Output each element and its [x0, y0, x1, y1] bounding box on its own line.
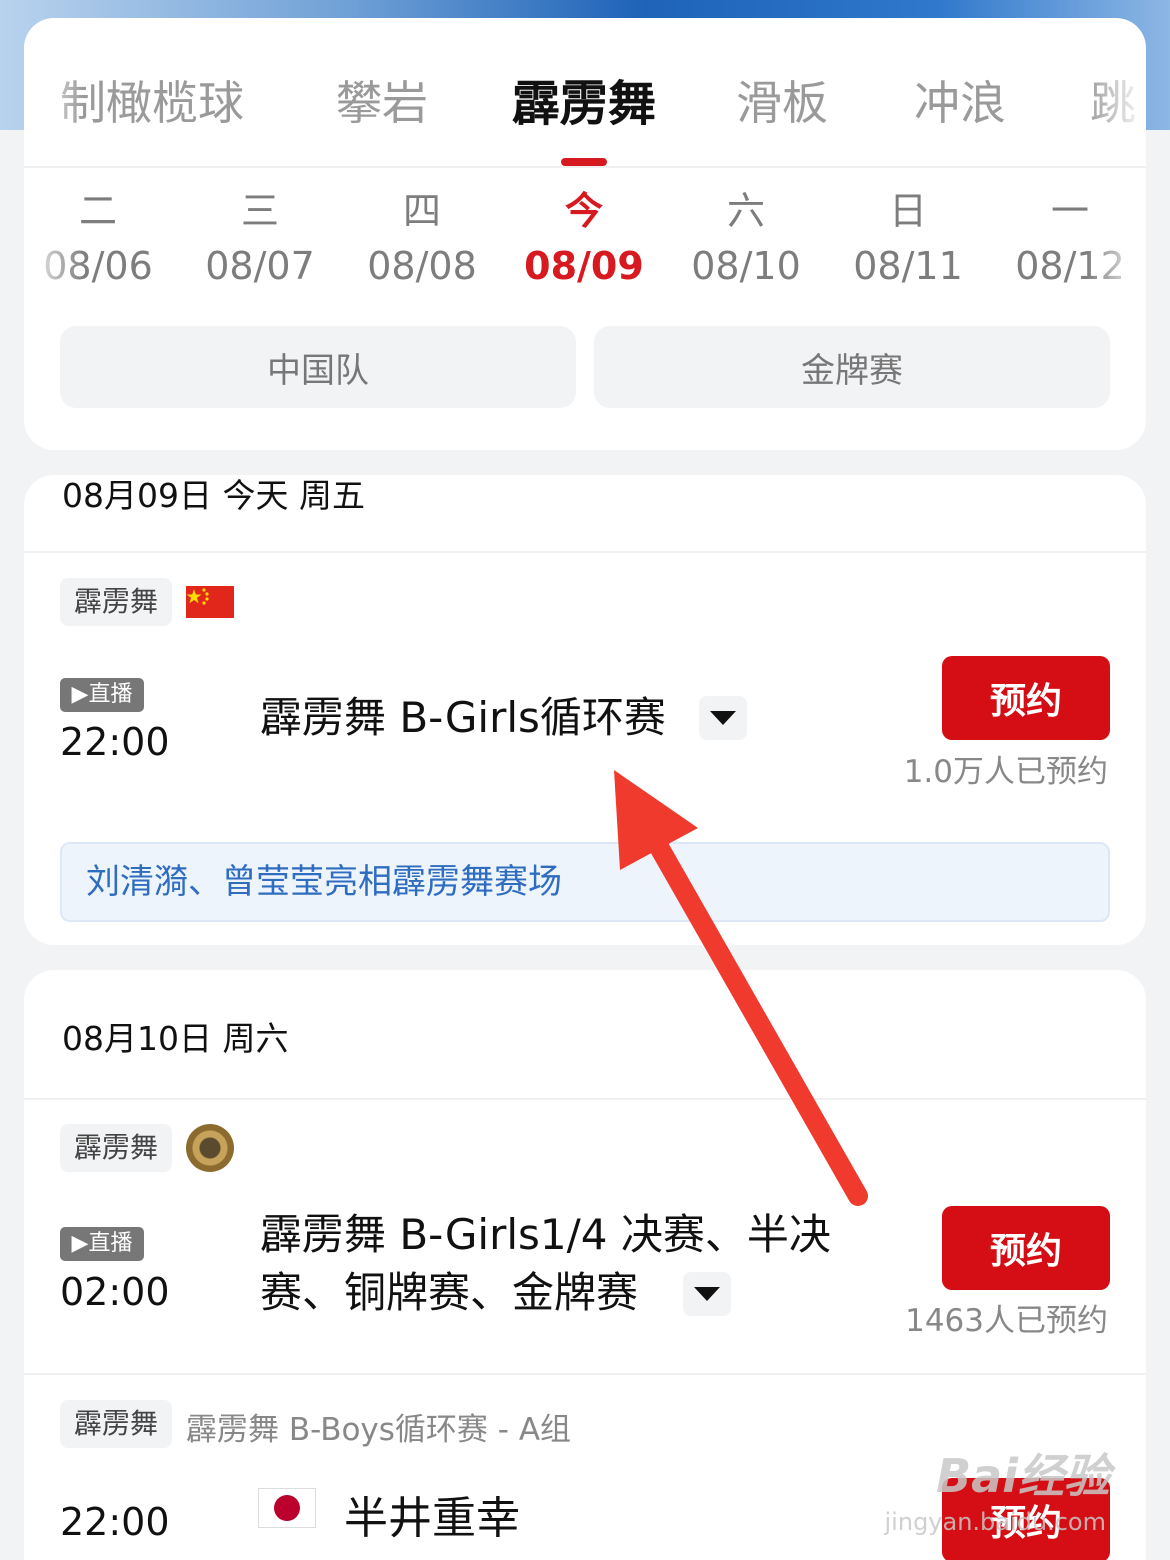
china-flag-icon	[186, 586, 234, 618]
date-item[interactable]: 六 08/10	[686, 186, 806, 296]
fade-left	[24, 58, 84, 158]
event-time: 22:00	[60, 1500, 170, 1544]
tab-skateboard[interactable]: 滑板	[736, 80, 828, 126]
event-title-line2[interactable]: 赛、铜牌赛、金牌赛	[260, 1264, 638, 1322]
event-title-line1[interactable]: 霹雳舞 B-Girls1/4 决赛、半决	[260, 1206, 831, 1264]
athlete-name[interactable]: 半井重幸	[344, 1482, 520, 1546]
watermark: Bai经验	[936, 1449, 1110, 1503]
reserve-button[interactable]: 预约	[942, 656, 1110, 740]
date-item[interactable]: 日 08/11	[848, 186, 968, 296]
sport-tag: 霹雳舞	[60, 1124, 173, 1172]
tab-rugby[interactable]: 制橄榄球	[60, 80, 244, 126]
event-title[interactable]: 霹雳舞 B-Girls循环赛	[260, 689, 666, 747]
active-tab-indicator	[561, 158, 607, 166]
tab-surfing[interactable]: 冲浪	[914, 80, 1006, 126]
sport-tag: 霹雳舞	[60, 578, 173, 626]
fade-right	[1086, 186, 1146, 316]
japan-flag-icon	[258, 1488, 316, 1528]
gold-medal-icon	[186, 1124, 234, 1172]
divider	[24, 1098, 1146, 1100]
fade-right	[1086, 58, 1146, 158]
sport-tag: 霹雳舞	[60, 1400, 173, 1448]
divider	[24, 1373, 1146, 1375]
event-time: 22:00	[60, 720, 170, 764]
event-subtitle: 霹雳舞 B-Boys循环赛 - A组	[186, 1412, 572, 1448]
china-team-filter-button[interactable]: 中国队	[60, 326, 576, 408]
gold-medal-filter-button[interactable]: 金牌赛	[594, 326, 1110, 408]
divider	[24, 551, 1146, 553]
fade-left	[24, 186, 84, 316]
date-selector: 二 08/06 三 08/07 四 08/08 今 08/09 六 08/10 日 08/1…	[24, 186, 1146, 316]
tab-breaking[interactable]: 霹雳舞	[512, 80, 656, 128]
reserve-button[interactable]: 预约	[942, 1206, 1110, 1290]
date-item[interactable]: 四 08/08	[362, 186, 482, 296]
date-item-today[interactable]: 今 08/09	[524, 186, 644, 296]
watermark-url: jingyan.baidu.com	[884, 1508, 1106, 1536]
expand-dropdown-icon[interactable]	[683, 1272, 731, 1316]
news-link[interactable]: 刘清漪、曾莹莹亮相霹雳舞赛场	[60, 842, 1110, 922]
event-time: 02:00	[60, 1270, 170, 1314]
date-item[interactable]: 三 08/07	[200, 186, 320, 296]
reserve-count: 1463人已预约	[905, 1303, 1108, 1339]
schedule-card-today: 08月09日 今天 周五 霹雳舞 ▶直播 22:00 霹雳舞 B-Girls循环…	[24, 475, 1146, 945]
reserve-count: 1.0万人已预约	[903, 754, 1108, 790]
divider	[24, 166, 1146, 168]
tab-climbing[interactable]: 攀岩	[336, 80, 428, 126]
live-badge: ▶直播	[60, 678, 144, 712]
live-badge: ▶直播	[60, 1227, 144, 1261]
filter-card: 制橄榄球 攀岩 霹雳舞 滑板 冲浪 跳 二08/06 三08/07 四08/08…	[24, 18, 1146, 450]
expand-dropdown-icon[interactable]	[699, 696, 747, 740]
sport-tabs: 制橄榄球 攀岩 霹雳舞 滑板 冲浪 跳	[24, 18, 1146, 166]
section-date: 08月10日 周六	[62, 1019, 289, 1058]
section-date: 08月09日 今天 周五	[62, 476, 365, 515]
